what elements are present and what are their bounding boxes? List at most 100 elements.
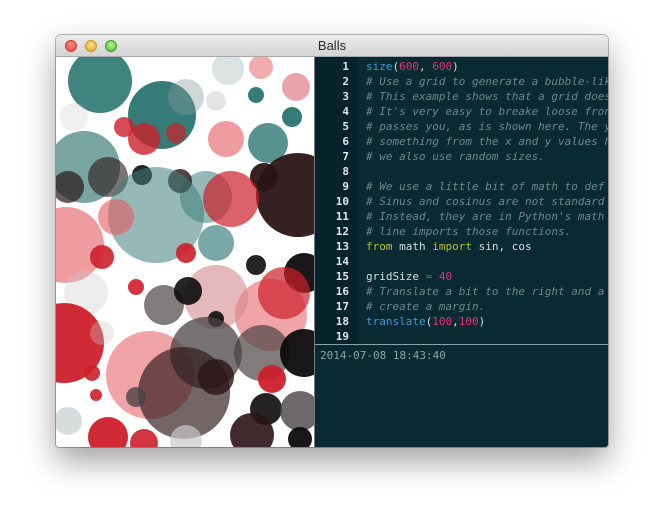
ball-circle [249, 57, 273, 79]
code-text: # Instead, they are in Python's math [366, 209, 604, 224]
ball-circle [203, 171, 259, 227]
ball-circle [174, 277, 202, 305]
ball-circle [246, 255, 266, 275]
code-line[interactable]: 17 # create a margin. [315, 299, 608, 314]
ball-circle [258, 365, 286, 393]
code-line[interactable]: 13 from math import sin, cos [315, 239, 608, 254]
line-number: 10 [335, 195, 349, 208]
line-number: 4 [342, 105, 349, 118]
code-line[interactable]: 16 # Translate a bit to the right and a [315, 284, 608, 299]
code-line[interactable]: 18 translate(100,100) [315, 314, 608, 329]
code-editor[interactable]: 1 size(600, 600) 2 # Use a grid to generate… [315, 57, 608, 344]
ball-circle [288, 427, 312, 447]
code-token: import [432, 240, 472, 253]
code-token: translate [366, 315, 426, 328]
ball-circle [130, 429, 158, 447]
code-line[interactable]: 9 # We use a little bit of math to def [315, 179, 608, 194]
ball-circle [168, 79, 204, 115]
code-token: , [419, 60, 433, 73]
drawing-canvas[interactable] [56, 57, 314, 447]
balls-canvas-svg [56, 57, 314, 447]
code-text: # We use a little bit of math to def [366, 179, 604, 194]
code-token: # passes you, as is shown here. The y [366, 120, 608, 133]
line-number: 9 [342, 180, 349, 193]
code-token: ) [478, 315, 486, 328]
code-line[interactable]: 12 # line imports those functions. [315, 224, 608, 239]
code-line[interactable]: 15 gridSize = 40 [315, 269, 608, 284]
line-number: 15 [335, 270, 349, 283]
code-line[interactable]: 4 # It's very easy to breake loose fron [315, 104, 608, 119]
line-number: 14 [335, 255, 349, 268]
code-text: # passes you, as is shown here. The y [366, 119, 608, 134]
ball-circle [166, 123, 186, 143]
ball-circle [282, 107, 302, 127]
ball-circle [128, 279, 144, 295]
code-text: translate(100,100) [366, 314, 485, 329]
code-token: # Sinus and cosinus are not standard [366, 195, 605, 208]
code-line[interactable]: 2 # Use a grid to generate a bubble-lik [315, 74, 608, 89]
code-token: # Translate a bit to the right and a [366, 285, 605, 298]
code-text: # create a margin. [366, 299, 485, 314]
console-output-text: 2014-07-08 18:43:40 [320, 349, 446, 362]
code-token: , [452, 315, 459, 328]
code-token: 100 [432, 315, 453, 328]
code-token: 100 [458, 315, 479, 328]
code-token: # Use a grid to generate a bubble-lik [366, 75, 608, 88]
ball-circle [206, 91, 226, 111]
code-line[interactable]: 3 # This example shows that a grid does [315, 89, 608, 104]
code-text: # Use a grid to generate a bubble-lik [366, 74, 608, 89]
ball-circle [126, 387, 146, 407]
output-console[interactable]: 2014-07-08 18:43:40 [315, 345, 608, 447]
code-line[interactable]: 1 size(600, 600) [315, 59, 608, 74]
ball-circle [56, 407, 82, 435]
code-token: # line imports those functions. [366, 225, 572, 238]
title-bar[interactable]: Balls [56, 35, 608, 57]
code-line[interactable]: 5 # passes you, as is shown here. The y [315, 119, 608, 134]
ball-circle [88, 417, 128, 447]
code-text: size(600, 600) [366, 59, 459, 74]
code-line[interactable]: 19 [315, 329, 608, 344]
code-token: size [366, 60, 393, 73]
code-token: # we also use random sizes. [366, 150, 545, 163]
line-number: 2 [342, 75, 349, 88]
line-number: 12 [335, 225, 349, 238]
code-text: gridSize = 40 [366, 269, 452, 284]
code-line[interactable]: 14 [315, 254, 608, 269]
line-number: 19 [335, 330, 349, 343]
line-number: 8 [342, 165, 349, 178]
line-number: 17 [335, 300, 349, 313]
app-window: Balls 1 size(600, 600) 2 # Use a grid to ge… [56, 35, 608, 447]
ball-circle [98, 199, 134, 235]
code-line[interactable]: 8 [315, 164, 608, 179]
code-token: # This example shows that a grid does [366, 90, 608, 103]
code-token: 40 [438, 270, 453, 283]
ball-circle [282, 73, 310, 101]
ball-circle [90, 245, 114, 269]
ball-circle [212, 57, 244, 85]
ball-circle [60, 103, 88, 131]
ball-circle [90, 389, 102, 401]
code-line[interactable]: 10 # Sinus and cosinus are not standard [315, 194, 608, 209]
code-text: # Translate a bit to the right and a [366, 284, 604, 299]
ball-circle [114, 117, 134, 137]
code-token: # Instead, they are in Python's math [366, 210, 605, 223]
code-text: # line imports those functions. [366, 224, 571, 239]
code-line[interactable]: 6 # something from the x and y values h [315, 134, 608, 149]
line-number: 11 [335, 210, 349, 223]
line-number: 5 [342, 120, 349, 133]
ball-circle [176, 243, 196, 263]
line-number: 13 [335, 240, 349, 253]
code-text: # This example shows that a grid does [366, 89, 608, 104]
code-token: from [366, 240, 393, 253]
code-token: # something from the x and y values h [366, 135, 608, 148]
line-number: 18 [335, 315, 349, 328]
ball-circle [198, 359, 234, 395]
code-token: 600 [399, 60, 419, 73]
code-line[interactable]: 7 # we also use random sizes. [315, 149, 608, 164]
window-title: Balls [317, 38, 347, 53]
ball-circle [56, 207, 104, 283]
ball-circle [248, 87, 264, 103]
code-token: 600 [432, 60, 453, 73]
code-line[interactable]: 11 # Instead, they are in Python's math [315, 209, 608, 224]
